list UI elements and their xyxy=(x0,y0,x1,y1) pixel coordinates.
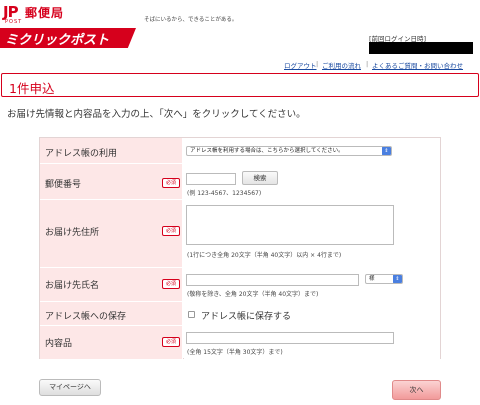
address-textarea[interactable] xyxy=(186,205,394,245)
contents-input[interactable] xyxy=(186,332,394,344)
save-address-checkbox-label[interactable]: アドレス帳に保存する xyxy=(201,309,291,322)
row-address-book: アドレス帳の利用 アドレス帳を利用する場合は、こちらから選択してください。 ⇕ xyxy=(40,138,440,164)
postal-code-label: 郵便番号 xyxy=(45,180,82,190)
click-post-logo[interactable]: ミクリックポスト xyxy=(0,28,136,48)
nav-separator: | xyxy=(316,60,319,68)
contents-hint: (全角 15文字（半角 30文字）まで) xyxy=(187,349,283,356)
delivery-form: アドレス帳の利用 アドレス帳を利用する場合は、こちらから選択してください。 ⇕ … xyxy=(39,137,441,359)
required-badge: 必須 xyxy=(162,226,180,236)
row-recipient-name: お届け先氏名 必須 様 ⇕ (敬称を除き、全角 20文字（半角 40文字）まで) xyxy=(40,268,440,302)
address-book-label: アドレス帳の利用 xyxy=(45,149,118,159)
recipient-name-hint: (敬称を除き、全角 20文字（半角 40文字）まで) xyxy=(187,291,319,298)
instruction-text: お届け先情報と内容品を入力の上、「次へ」をクリックしてください。 xyxy=(7,109,306,120)
chevron-updown-icon: ⇕ xyxy=(393,275,402,283)
honorific-select[interactable]: 様 ⇕ xyxy=(365,274,403,284)
logout-link[interactable]: ログアウト xyxy=(284,60,317,70)
page-title: 1件申込 xyxy=(9,81,55,96)
recipient-name-input[interactable] xyxy=(186,274,359,286)
recipient-name-label: お届け先氏名 xyxy=(45,281,100,291)
next-button[interactable]: 次へ xyxy=(392,380,441,400)
postal-code-input[interactable] xyxy=(186,173,236,185)
row-contents: 内容品 必須 (全角 15文字（半角 30文字）まで) xyxy=(40,326,440,359)
required-badge: 必須 xyxy=(162,279,180,289)
address-book-select[interactable]: アドレス帳を利用する場合は、こちらから選択してください。 ⇕ xyxy=(186,146,392,156)
contents-label: 内容品 xyxy=(45,339,73,349)
row-save-address: アドレス帳への保存 アドレス帳に保存する xyxy=(40,302,440,326)
required-badge: 必須 xyxy=(162,337,180,347)
chevron-updown-icon: ⇕ xyxy=(382,147,391,155)
page-title-box: 1件申込 xyxy=(1,73,479,97)
nav-separator: | xyxy=(366,60,369,68)
click-post-logo-text: ミクリックポスト xyxy=(5,33,110,48)
save-address-checkbox[interactable] xyxy=(188,311,195,318)
address-label: お届け先住所 xyxy=(45,228,100,238)
jp-post-mark-icon: JP xyxy=(3,3,19,21)
row-address: お届け先住所 必須 (1行につき全角 20文字（半角 40文字）以内 × 4行ま… xyxy=(40,200,440,268)
required-badge: 必須 xyxy=(162,178,180,188)
save-address-label: アドレス帳への保存 xyxy=(45,312,127,322)
row-postal-code: 郵便番号 必須 検索 (例 123-4567、1234567) xyxy=(40,164,440,200)
usage-flow-link[interactable]: ご利用の流れ xyxy=(322,60,361,70)
postal-search-button[interactable]: 検索 xyxy=(242,171,278,185)
mypage-button[interactable]: マイページへ xyxy=(39,379,101,396)
slogan: そばにいるから、できることがある。 xyxy=(144,17,238,23)
faq-contact-link[interactable]: よくあるご質問・お問い合わせ xyxy=(372,60,463,70)
address-hint: (1行につき全角 20文字（半角 40文字）以内 × 4行まで) xyxy=(187,252,342,259)
post-office-name: 郵便局 xyxy=(25,6,65,20)
last-login-redacted xyxy=(369,42,473,54)
site-header: JP POST 郵便局 そばにいるから、できることがある。 ミクリックポスト [… xyxy=(0,0,480,58)
utility-nav: ログアウト | ご利用の流れ | よくあるご質問・お問い合わせ xyxy=(0,58,480,70)
jp-post-wordmark: POST xyxy=(5,19,23,25)
postal-code-hint: (例 123-4567、1234567) xyxy=(187,190,262,197)
